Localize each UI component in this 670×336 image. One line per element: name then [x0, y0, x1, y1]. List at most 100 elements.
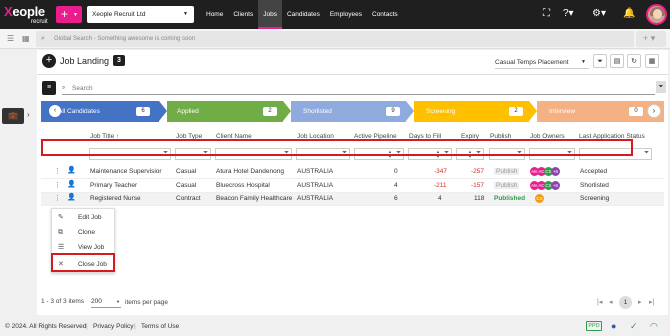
cell-job-title[interactable]: Registered Nurse [90, 195, 141, 202]
grid-view-icon[interactable]: ▦ [22, 34, 30, 43]
user-circle-icon[interactable]: ● [611, 321, 616, 331]
terms-link[interactable]: Terms of Use [141, 323, 179, 330]
nav-home[interactable]: Home [201, 0, 228, 29]
menu-edit-job[interactable]: ✎ Edit Job [52, 210, 116, 225]
nav-clients[interactable]: Clients [228, 0, 258, 29]
stage-arrow [406, 101, 414, 121]
table-row[interactable]: ⋮ 👤 Maintenance Supervisior Casual Atura… [41, 166, 664, 179]
cell-days: -211 [434, 182, 447, 189]
global-add-button[interactable]: + ▾ [636, 31, 666, 47]
cell-job-title[interactable]: Maintenance Supervisior [90, 168, 162, 175]
filter-funnel-button[interactable]: ⏷ [593, 54, 607, 68]
view-select[interactable]: Casual Temps Placement ▼ [495, 57, 589, 69]
table-row[interactable]: ⋮ 👤 Primary Teacher Casual Bluecross Hos… [41, 180, 664, 193]
check-circle-icon[interactable]: ✓ [630, 321, 638, 332]
close-job-highlight [51, 253, 115, 272]
stage-shorlisted[interactable]: Shorlisted 9 [291, 101, 406, 122]
prev-page-button[interactable]: ◂ [609, 298, 613, 306]
menu-clone[interactable]: ⧉ Clone [52, 225, 116, 240]
table-row[interactable]: ⋮ 👤 Registered Nurse Contract Beacon Fam… [41, 193, 664, 206]
briefcase-icon[interactable]: 💼 [2, 108, 24, 124]
current-page[interactable]: 1 [619, 296, 632, 309]
columns-button[interactable]: ▦ [645, 54, 659, 68]
row-highlight [41, 139, 633, 156]
owner-avatar[interactable]: CS [535, 194, 544, 203]
bell-icon[interactable]: 🔔 [623, 8, 635, 19]
add-job-button[interactable]: + [42, 54, 56, 68]
cell-job-title[interactable]: Primary Teacher [90, 182, 137, 189]
settings-icon[interactable]: ⚙▾ [592, 8, 606, 19]
stage-arrow [529, 101, 537, 121]
pipeline-next-button[interactable]: › [647, 104, 661, 118]
stage-screening[interactable]: Screening 2 [414, 101, 529, 122]
cell-job-type: Casual [176, 182, 197, 189]
kebab-menu-icon[interactable]: ⋮ [54, 167, 61, 175]
nav-jobs[interactable]: Jobs [258, 0, 282, 29]
funnel-icon[interactable]: ⏷ [656, 81, 666, 93]
cell-client[interactable]: Atura Hotel Dandenong [216, 168, 284, 175]
cell-status: Screening [580, 195, 610, 202]
cell-expiry: 118 [474, 195, 485, 202]
logo-sub: recruit [31, 19, 48, 25]
stage-interview[interactable]: Interview 0 [537, 101, 664, 122]
fullscreen-icon[interactable]: ⛶ [543, 8, 550, 19]
page-size-value: 200 [91, 298, 102, 305]
export-button[interactable]: ▤ [610, 54, 624, 68]
refresh-button[interactable]: ↻ [627, 54, 641, 68]
job-search-input[interactable]: ⌕ Search [62, 83, 655, 95]
xeople-logo[interactable]: Xeople recruit [4, 4, 52, 26]
kebab-menu-icon[interactable]: ⋮ [54, 181, 61, 189]
publish-button[interactable]: Publish [494, 168, 520, 175]
filter-toggle-button[interactable]: ≡ [42, 81, 56, 95]
cell-location: AUSTRALIA [297, 182, 334, 189]
cell-client[interactable]: Bluecross Hospital [216, 182, 270, 189]
job-count-badge: 3 [113, 55, 125, 66]
nav-employees[interactable]: Employees [325, 0, 367, 29]
cell-expiry: -257 [471, 168, 485, 175]
left-rail: 💼 › [0, 50, 40, 315]
cell-days: -347 [434, 168, 448, 175]
next-page-button[interactable]: ▸ [638, 298, 642, 306]
page-size-select[interactable]: 200 ▼ [91, 298, 121, 308]
help-icon[interactable]: ?▾ [563, 8, 574, 19]
divider [37, 74, 668, 75]
nav-contacts[interactable]: Contacts [367, 0, 403, 29]
cell-client[interactable]: Beacon Family Healthcare [216, 195, 292, 202]
privacy-link[interactable]: Privacy Policy [93, 323, 133, 330]
ppd-badge[interactable]: PPD [586, 321, 602, 331]
funnel-icon: ⏷ [644, 150, 649, 156]
wifi-icon[interactable]: ◠ [650, 321, 658, 332]
owner-more[interactable]: +6 [551, 167, 560, 176]
nav-candidates[interactable]: Candidates [282, 0, 325, 29]
owner-more[interactable]: +6 [551, 181, 560, 190]
view-select-value: Casual Temps Placement [495, 59, 569, 66]
list-view-icon[interactable]: ☰ [7, 34, 14, 43]
published-status[interactable]: Published [494, 195, 525, 202]
copy-icon: ⧉ [58, 229, 63, 236]
job-icon: 👤 [67, 194, 76, 201]
cell-pipeline: 0 [394, 168, 398, 175]
stage-label: Interview [549, 108, 576, 115]
stage-applied[interactable]: Applied 2 [167, 101, 283, 122]
main-panel: + Job Landing 3 Casual Temps Placement ▼… [37, 50, 668, 315]
copyright: © 2024. All Rights Reserved [5, 323, 87, 330]
main-nav: Home Clients Jobs Candidates Employees C… [201, 0, 403, 29]
first-page-button[interactable]: |◂ [597, 298, 602, 306]
stage-label: Shorlisted [303, 108, 332, 115]
user-avatar[interactable] [646, 4, 667, 25]
job-icon: 👤 [67, 181, 76, 188]
cell-location: AUSTRALIA [297, 168, 334, 175]
title-row: + Job Landing 3 Casual Temps Placement ▼… [37, 50, 668, 72]
last-page-button[interactable]: ▸| [649, 298, 654, 306]
kebab-menu-icon[interactable]: ⋮ [54, 194, 61, 202]
footer-sep: | [86, 323, 88, 330]
global-search-input[interactable]: ⌕ Global Search - Something awesome is c… [36, 31, 634, 47]
chevron-right-icon[interactable]: › [27, 110, 30, 119]
top-navbar: Xeople recruit + ▼ Xeople Recruit Ltd ▼ H… [0, 0, 670, 29]
chevron-down-icon: ▼ [581, 59, 586, 65]
company-select[interactable]: Xeople Recruit Ltd ▼ [87, 6, 194, 23]
pipeline-prev-button[interactable]: ‹ [49, 105, 61, 117]
quick-add-button[interactable]: + ▼ [56, 6, 82, 23]
footer-sep: | [134, 323, 136, 330]
publish-button[interactable]: Publish [494, 182, 520, 189]
